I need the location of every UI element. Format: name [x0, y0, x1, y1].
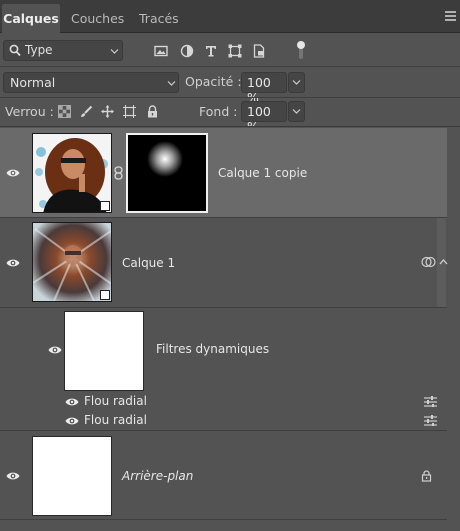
smart-filters-label[interactable]: Filtres dynamiques [156, 342, 269, 356]
layer-filter-dropdown[interactable]: Type [3, 40, 123, 61]
fill-field[interactable]: 100 % [241, 101, 287, 134]
lock-all-icon[interactable] [146, 105, 159, 118]
visibility-eye-icon[interactable] [6, 168, 20, 178]
chevron-down-icon [292, 109, 301, 114]
visibility-eye-icon[interactable] [65, 416, 79, 426]
lock-artboard-icon[interactable] [123, 105, 136, 118]
tab-traces[interactable]: Tracés [139, 4, 179, 33]
image-filter-icon[interactable] [154, 44, 168, 58]
divider [0, 97, 460, 98]
filter-blending-options-icon[interactable] [424, 415, 437, 426]
tab-couches[interactable]: Couches [71, 4, 124, 33]
layer-name[interactable]: Calque 1 copie [218, 166, 307, 180]
divider [0, 66, 460, 67]
layer-name[interactable]: Arrière-plan [122, 469, 193, 483]
shape-filter-icon[interactable] [228, 44, 242, 58]
chevron-down-icon [167, 81, 176, 86]
lock-icon [421, 470, 432, 482]
search-icon [9, 44, 21, 57]
filter-toggle-switch[interactable] [297, 41, 305, 60]
filter-type-label: Type [25, 43, 53, 57]
visibility-eye-icon[interactable] [6, 471, 20, 481]
divider [0, 217, 447, 218]
fill-slider-button[interactable] [288, 101, 305, 122]
layer-thumbnail-photo [32, 133, 112, 213]
opacity-field[interactable]: 100 % [241, 72, 287, 105]
fill-label: Fond : [199, 104, 238, 119]
visibility-eye-icon[interactable] [48, 345, 62, 355]
tab-calques[interactable]: Calques [2, 4, 60, 33]
opacity-slider-button[interactable] [288, 72, 305, 93]
lock-transparent-pixels-icon[interactable] [58, 105, 71, 118]
chevron-down-icon [110, 49, 119, 54]
panel-tab-bar: Calques Couches Tracés [0, 0, 460, 33]
background-layer-thumbnail [32, 436, 112, 516]
collapse-chevron-up-icon[interactable] [439, 258, 448, 265]
smart-filters-indicator-icon[interactable] [421, 256, 436, 268]
lock-label: Verrou : [5, 104, 54, 119]
blend-mode-value: Normal [10, 75, 56, 90]
chevron-down-icon [292, 80, 301, 85]
layer-name[interactable]: Calque 1 [122, 256, 175, 270]
link-icon[interactable] [114, 166, 123, 180]
blend-mode-dropdown[interactable]: Normal [3, 72, 179, 93]
text-filter-icon[interactable] [204, 44, 218, 58]
visibility-eye-icon[interactable] [65, 397, 79, 407]
divider [0, 307, 447, 308]
smart-object-badge-icon [100, 290, 110, 300]
panel-menu-icon[interactable] [445, 11, 456, 21]
filter-name[interactable]: Flou radial [84, 413, 147, 427]
opacity-label: Opacité : [185, 74, 242, 89]
filter-blending-options-icon[interactable] [424, 396, 437, 407]
divider [0, 519, 447, 520]
smart-filter-mask-thumbnail[interactable] [64, 311, 144, 391]
adjustment-filter-icon[interactable] [180, 44, 194, 58]
filter-name[interactable]: Flou radial [84, 394, 147, 408]
layer-mask-thumbnail[interactable] [126, 133, 208, 213]
layer-thumbnail-radial-blur [32, 222, 112, 302]
smart-object-filter-icon[interactable] [252, 44, 266, 58]
smart-object-badge-icon [100, 201, 110, 211]
divider [0, 430, 447, 431]
lock-position-icon[interactable] [101, 105, 114, 118]
lock-image-pixels-icon[interactable] [80, 105, 93, 118]
visibility-eye-icon[interactable] [6, 258, 20, 268]
